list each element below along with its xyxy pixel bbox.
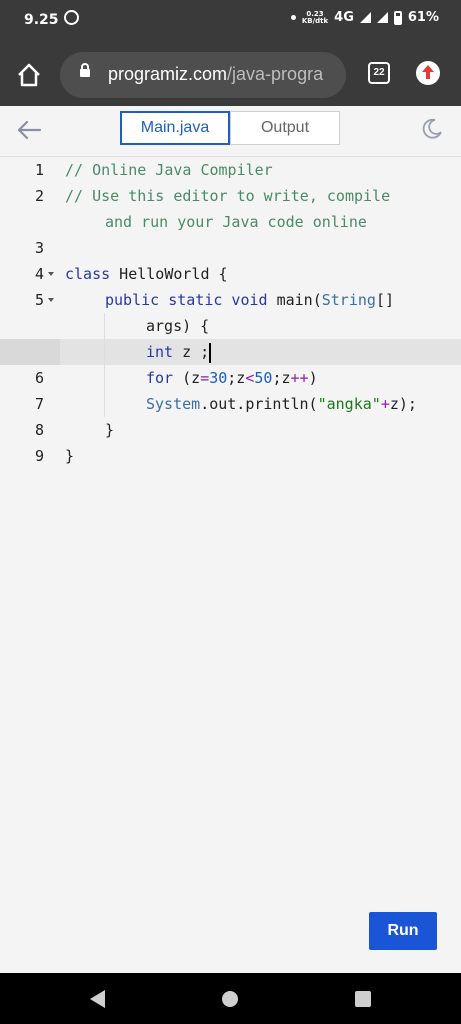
- indent-guide: [104, 391, 105, 417]
- code-text: int z ;: [146, 342, 212, 363]
- network-type: 4G: [334, 10, 354, 25]
- code-text: args) {: [146, 317, 210, 335]
- tab-main-java[interactable]: Main.java: [120, 111, 230, 145]
- url-text: programiz.com/java-progra: [108, 64, 324, 84]
- line-number: 7: [34, 395, 44, 413]
- home-icon[interactable]: [16, 62, 42, 88]
- whatsapp-icon: [64, 10, 79, 25]
- battery-percent: 61%: [407, 10, 439, 25]
- status-indicators: 0.23 KB/dtk 4G 61%: [290, 9, 439, 25]
- code-line: 3: [0, 235, 461, 261]
- back-arrow-icon[interactable]: [16, 120, 42, 140]
- address-bar[interactable]: programiz.com/java-progra: [60, 52, 346, 98]
- lock-icon: [80, 63, 90, 77]
- code-text: and run your Java code online: [105, 213, 367, 231]
- tab-switcher-icon[interactable]: 22: [368, 62, 390, 84]
- notification-dot-icon: [290, 15, 296, 20]
- code-text: public static void main(String[]: [105, 291, 394, 309]
- fold-arrow-icon[interactable]: [48, 272, 54, 276]
- code-line: 5 public static void main(String[]: [0, 287, 461, 313]
- code-text: System.out.println("angka"+z);: [146, 395, 417, 413]
- indent-guide: [104, 339, 105, 365]
- line-number: 5: [34, 291, 44, 309]
- code-text: class HelloWorld {: [65, 265, 228, 283]
- code-line: 2 // Use this editor to write, compile: [0, 183, 461, 209]
- code-text: for (z=30;z<50;z++): [146, 369, 318, 387]
- line-number: 2: [34, 187, 44, 205]
- browser-toolbar: programiz.com/java-progra 22: [0, 42, 461, 106]
- network-speed: 0.23 KB/dtk: [301, 9, 329, 25]
- indent-guide: [104, 365, 105, 391]
- nav-back-icon[interactable]: [90, 990, 105, 1008]
- code-editor[interactable]: 1 // Online Java Compiler 2 // Use this …: [0, 157, 461, 469]
- line-number: 6: [34, 369, 44, 387]
- code-line: 7 System.out.println("angka"+z);: [0, 391, 461, 417]
- battery-icon: [393, 10, 402, 25]
- code-line: 6 for (z=30;z<50;z++): [0, 365, 461, 391]
- code-text: // Online Java Compiler: [65, 161, 273, 179]
- code-text: }: [105, 421, 115, 439]
- tab-output[interactable]: Output: [230, 111, 340, 145]
- code-line: 9 }: [0, 443, 461, 469]
- fold-arrow-icon[interactable]: [48, 298, 54, 302]
- code-line: 1 // Online Java Compiler: [0, 157, 461, 183]
- line-number: 3: [34, 239, 44, 257]
- run-button[interactable]: Run: [369, 912, 437, 950]
- active-line-highlight: [0, 339, 461, 365]
- code-text: }: [65, 447, 75, 465]
- code-line-wrap: args) {: [0, 313, 461, 339]
- update-icon[interactable]: [416, 61, 440, 85]
- code-text: // Use this editor to write, compile: [65, 187, 391, 205]
- code-line: 8 }: [0, 417, 461, 443]
- code-line-active: int z ;: [0, 339, 461, 365]
- editor-header: Main.java Output: [0, 106, 461, 157]
- code-line-wrap: and run your Java code online: [0, 209, 461, 235]
- status-time: 9.25: [24, 12, 59, 28]
- indent-guide: [104, 313, 105, 339]
- text-cursor: [209, 342, 212, 363]
- nav-recents-icon[interactable]: [355, 991, 371, 1007]
- moon-icon[interactable]: [420, 117, 444, 141]
- line-number: 4: [34, 265, 44, 283]
- signal-icon: [359, 12, 371, 23]
- line-number: 8: [34, 421, 44, 439]
- status-bar: 9.25 0.23 KB/dtk 4G 61%: [0, 0, 461, 42]
- line-number: 1: [34, 161, 44, 179]
- system-nav-bar: [0, 973, 461, 1024]
- signal-icon: [376, 12, 388, 23]
- active-gutter-highlight: [0, 339, 60, 365]
- code-line: 4 class HelloWorld {: [0, 261, 461, 287]
- line-number: 9: [34, 447, 44, 465]
- nav-home-icon[interactable]: [222, 991, 238, 1007]
